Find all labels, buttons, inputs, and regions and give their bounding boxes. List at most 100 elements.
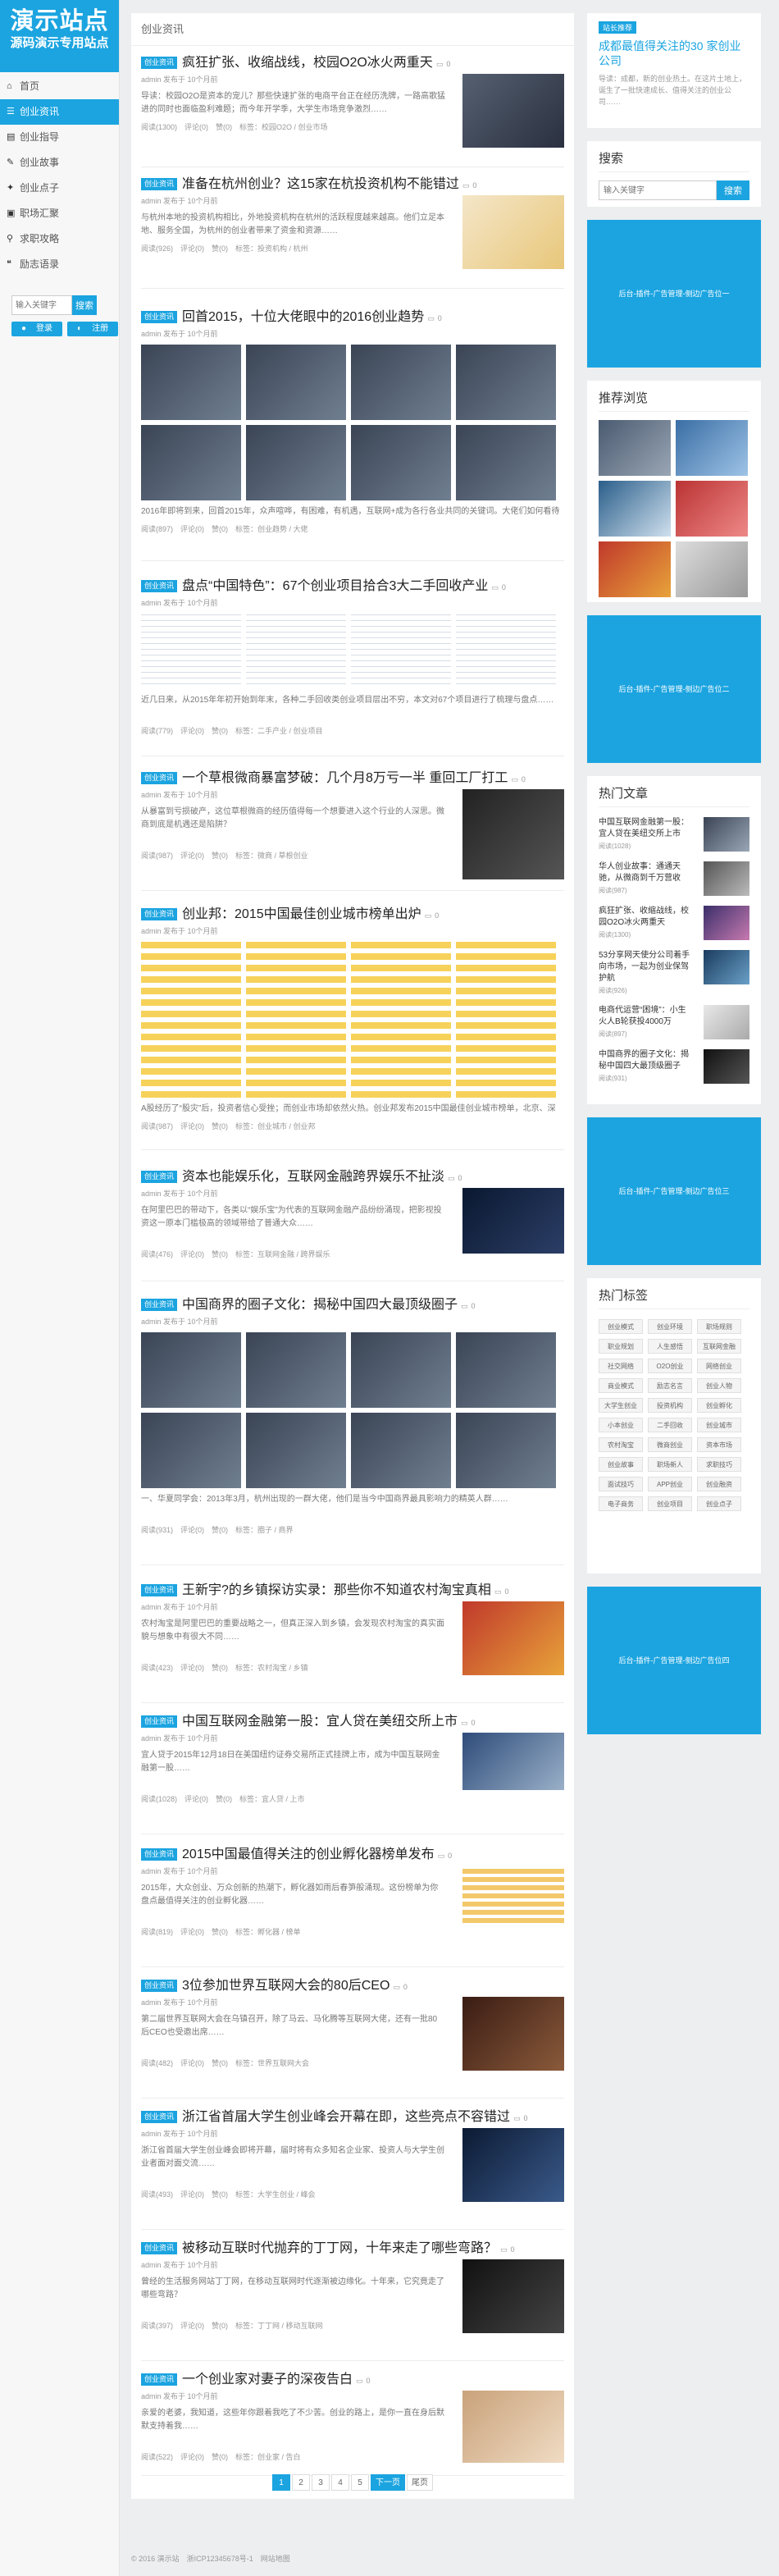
article-thumbnail[interactable] [462, 1866, 564, 1923]
gallery-image[interactable] [351, 345, 451, 420]
gallery-image[interactable] [246, 614, 346, 689]
tag-link[interactable]: 创业孵化 [697, 1398, 741, 1413]
ad-banner[interactable]: 后台-插件-广告管理-侧边广告位三 [587, 1117, 761, 1265]
hot-article[interactable]: 中国商界的圈子文化：揭秘中国四大最顶级圈子 阅读(931) [599, 1049, 749, 1084]
article-item[interactable]: 创业资讯 浙江省首届大学生创业峰会开幕在即，这些亮点不容错过 ▭ 0 admin 发布… [141, 2107, 564, 2230]
nav-item-jobs[interactable]: ⚲ 求职攻略 [0, 226, 119, 252]
sidebar-search-input[interactable] [11, 295, 72, 315]
article-title[interactable]: 浙江省首届大学生创业峰会开幕在即，这些亮点不容错过 [182, 2110, 510, 2124]
article-title[interactable]: 资本也能娱乐化，互联网金融跨界娱乐不扯淡 [182, 1170, 444, 1184]
article-item[interactable]: 创业资讯 回首2015，十位大佬眼中的2016创业趋势 ▭ 0 admin 发布于 1… [141, 307, 564, 561]
hot-article-thumb[interactable] [704, 1049, 749, 1084]
article-item[interactable]: 创业资讯 疯狂扩张、收缩战线，校园O2O冰火两重天 ▭ 0 admin 发布于 10个… [141, 53, 564, 167]
gallery-image[interactable] [456, 1332, 556, 1408]
hot-article-title[interactable]: 疯狂扩张、收缩战线，校园O2O冰火两重天 [599, 906, 694, 929]
page-link-2[interactable]: 2 [292, 2474, 310, 2491]
tag-link[interactable]: 职场新人 [648, 1457, 692, 1472]
tag-link[interactable]: 微商创业 [648, 1437, 692, 1452]
gallery-image[interactable] [246, 345, 346, 420]
hot-article-title[interactable]: 53分享网天使分公司着手向市场，一起为创业保驾护航 [599, 950, 694, 984]
category-badge[interactable]: 创业资讯 [141, 57, 178, 69]
tag-link[interactable]: 职场规则 [697, 1319, 741, 1334]
tag-link[interactable]: 创业环境 [648, 1319, 692, 1334]
article-thumbnail[interactable] [462, 2259, 564, 2333]
gallery-image[interactable] [456, 1022, 556, 1098]
page-link-3[interactable]: 3 [312, 2474, 330, 2491]
ad-banner[interactable]: 后台-插件-广告管理-侧边广告位二 [587, 615, 761, 763]
nav-item-home[interactable]: ⌂ 首页 [0, 74, 119, 99]
nav-item-guide[interactable]: ▤ 创业指导 [0, 125, 119, 150]
gallery-image[interactable] [351, 1022, 451, 1098]
gallery-image[interactable] [246, 425, 346, 500]
hot-article[interactable]: 华人创业故事：通通天驰，从微商到千万营收 阅读(987) [599, 861, 749, 896]
article-title[interactable]: 创业邦：2015中国最佳创业城市榜单出炉 [182, 907, 421, 921]
article-title[interactable]: 王新宇?的乡镇探访实录：那些你不知道农村淘宝真相 [182, 1583, 491, 1597]
hot-article[interactable]: 中国互联网金融第一股：宜人贷在美纽交所上市 阅读(1028) [599, 817, 749, 852]
article-thumbnail[interactable] [462, 2391, 564, 2463]
gallery-image[interactable] [246, 1022, 346, 1098]
tag-link[interactable]: 电子商务 [599, 1496, 643, 1511]
gallery-image[interactable] [141, 425, 241, 500]
hot-article-title[interactable]: 电商代运营“困境”：小生火人B轮获投4000万 [599, 1005, 694, 1028]
tag-link[interactable]: 创业模式 [599, 1319, 643, 1334]
tag-link[interactable]: 资本市场 [697, 1437, 741, 1452]
next-page-button[interactable]: 下一页 [371, 2474, 405, 2491]
category-badge[interactable]: 创业资讯 [141, 772, 178, 784]
hot-article-thumb[interactable] [704, 1005, 749, 1039]
hot-article-thumb[interactable] [704, 861, 749, 896]
article-title[interactable]: 盘点“中国特色”：67个创业项目拾合3大二手回收产业 [182, 579, 488, 593]
gallery-image[interactable] [456, 942, 556, 1017]
category-badge[interactable]: 创业资讯 [141, 2242, 178, 2254]
article-thumbnail[interactable] [462, 1601, 564, 1675]
tag-link[interactable]: 创业故事 [599, 1457, 643, 1472]
tag-link[interactable]: 互联网金融 [697, 1339, 741, 1354]
recommend-image[interactable] [599, 481, 671, 537]
tag-link[interactable]: 人生感悟 [648, 1339, 692, 1354]
gallery-image[interactable] [141, 1022, 241, 1098]
gallery-image[interactable] [351, 1332, 451, 1408]
ad-banner[interactable]: 后台-插件-广告管理-侧边广告位一 [587, 220, 761, 368]
article-thumbnail[interactable] [462, 2128, 564, 2202]
article-item[interactable]: 创业资讯 盘点“中国特色”：67个创业项目拾合3大二手回收产业 ▭ 0 admin 发… [141, 576, 564, 756]
site-logo[interactable]: 演示站点 源码演示专用站点 [0, 0, 119, 72]
tag-link[interactable]: 投资机构 [648, 1398, 692, 1413]
tag-link[interactable]: 大学生创业 [599, 1398, 643, 1413]
gallery-image[interactable] [456, 1413, 556, 1488]
hot-article-title[interactable]: 华人创业故事：通通天驰，从微商到千万营收 [599, 861, 694, 884]
tag-link[interactable]: 求职技巧 [697, 1457, 741, 1472]
tag-link[interactable]: 商业模式 [599, 1378, 643, 1393]
article-title[interactable]: 回首2015，十位大佬眼中的2016创业趋势 [182, 310, 424, 324]
category-badge[interactable]: 创业资讯 [141, 178, 178, 190]
hot-article-thumb[interactable] [704, 906, 749, 940]
category-badge[interactable]: 创业资讯 [141, 2373, 178, 2386]
category-badge[interactable]: 创业资讯 [141, 1584, 178, 1596]
gallery-image[interactable] [351, 425, 451, 500]
tag-link[interactable]: 小本创业 [599, 1418, 643, 1432]
login-button[interactable]: ● 登录 [11, 322, 63, 336]
hot-article[interactable]: 53分享网天使分公司着手向市场，一起为创业保驾护航 阅读(926) [599, 950, 749, 995]
gallery-image[interactable] [246, 942, 346, 1017]
recommend-image[interactable] [676, 481, 748, 537]
nav-item-quotes[interactable]: ❝ 励志语录 [0, 252, 119, 277]
tag-link[interactable]: 农村淘宝 [599, 1437, 643, 1452]
gallery-image[interactable] [456, 614, 556, 689]
category-badge[interactable]: 创业资讯 [141, 2111, 178, 2123]
nav-item-ideas[interactable]: ✦ 创业点子 [0, 176, 119, 201]
gallery-image[interactable] [351, 1413, 451, 1488]
article-thumbnail[interactable] [462, 789, 564, 879]
hot-article-title[interactable]: 中国商界的圈子文化：揭秘中国四大最顶级圈子 [599, 1049, 694, 1072]
article-title[interactable]: 2015中国最值得关注的创业孵化器榜单发布 [182, 1848, 435, 1861]
category-badge[interactable]: 创业资讯 [141, 908, 178, 920]
tag-link[interactable]: 社交网络 [599, 1359, 643, 1373]
hot-article[interactable]: 电商代运营“困境”：小生火人B轮获投4000万 阅读(897) [599, 1005, 749, 1039]
tag-link[interactable]: APP创业 [648, 1477, 692, 1491]
article-item[interactable]: 创业资讯 资本也能娱乐化，互联网金融跨界娱乐不扯淡 ▭ 0 admin 发布于 10个… [141, 1167, 564, 1281]
article-item[interactable]: 创业资讯 被移动互联时代抛弃的丁丁网，十年来走了哪些弯路？ ▭ 0 admin 发布于… [141, 2238, 564, 2361]
tag-link[interactable]: 二手回收 [648, 1418, 692, 1432]
article-thumbnail[interactable] [462, 195, 564, 269]
page-link-5[interactable]: 5 [351, 2474, 369, 2491]
gallery-image[interactable] [351, 942, 451, 1017]
category-badge[interactable]: 创业资讯 [141, 1715, 178, 1728]
gallery-image[interactable] [141, 345, 241, 420]
recommend-image[interactable] [676, 541, 748, 597]
